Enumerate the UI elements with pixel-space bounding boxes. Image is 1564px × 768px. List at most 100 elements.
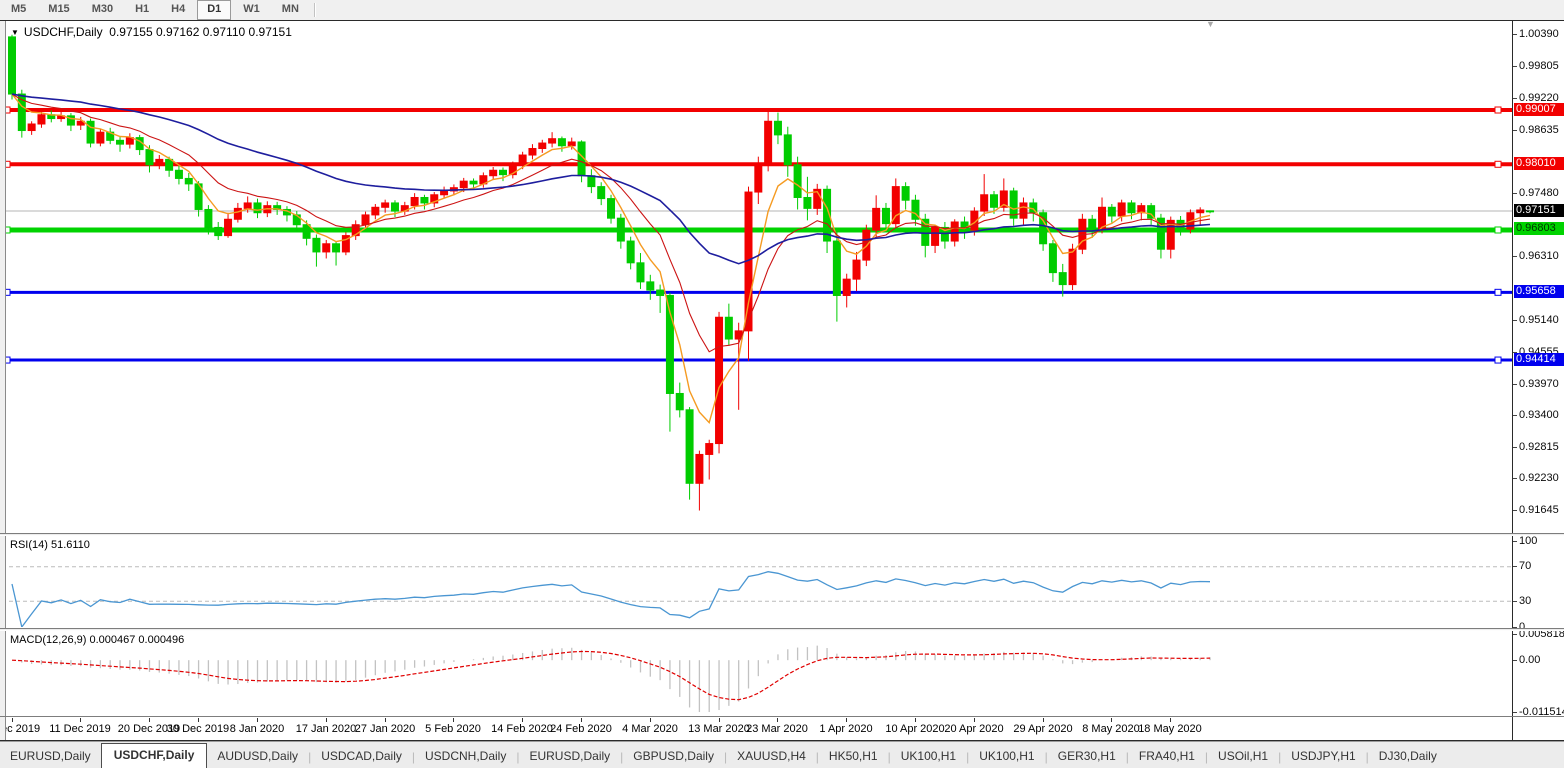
- price-tick-label: 0.99805: [1519, 60, 1559, 72]
- candle-body: [519, 155, 526, 165]
- axis-tick-dash: [1513, 566, 1517, 567]
- candle-body: [333, 244, 340, 252]
- axis-tick-dash: [1513, 478, 1517, 479]
- mt4-window: M5M15M30H1H4D1W1MN ▼USDCHF,Daily 0.97155…: [0, 0, 1564, 768]
- chart-tab-uk100-h1[interactable]: UK100,H1: [969, 745, 1044, 768]
- candle-body: [175, 170, 182, 178]
- candle-body: [1059, 273, 1066, 285]
- candle-body: [558, 139, 565, 146]
- axis-tick-dash: [1513, 601, 1517, 602]
- macd-label: MACD(12,26,9) 0.000467 0.000496: [10, 634, 184, 646]
- candle-body: [460, 181, 467, 188]
- hline-price-badge: 0.98010: [1514, 157, 1564, 170]
- axis-tick-dash: [1513, 384, 1517, 385]
- axis-tick-dash: [1513, 712, 1517, 713]
- chart-tab-uk100-h1[interactable]: UK100,H1: [891, 745, 966, 768]
- chart-tab-ger30-h1[interactable]: GER30,H1: [1048, 745, 1126, 768]
- chart-tab-fra40-h1[interactable]: FRA40,H1: [1129, 745, 1205, 768]
- axis-tick-dash: [1513, 415, 1517, 416]
- candle-body: [725, 317, 732, 339]
- candle-body: [441, 191, 448, 195]
- candle-body: [873, 208, 880, 230]
- chart-tab-usdchf-daily[interactable]: USDCHF,Daily: [101, 743, 208, 768]
- date-tick: [257, 718, 258, 722]
- candle-body: [1207, 211, 1214, 212]
- date-tick: [915, 718, 916, 722]
- date-tick: [1043, 718, 1044, 722]
- candle-body: [38, 115, 45, 124]
- axis-tick-dash: [1513, 447, 1517, 448]
- chart-tab-usdcnh-daily[interactable]: USDCNH,Daily: [415, 745, 516, 768]
- candle-body: [166, 159, 173, 170]
- candle-body: [991, 195, 998, 208]
- axis-tick-dash: [1513, 634, 1517, 635]
- chart-tab-gbpusd-daily[interactable]: GBPUSD,Daily: [623, 745, 724, 768]
- chart-tab-usdjpy-h1[interactable]: USDJPY,H1: [1281, 745, 1365, 768]
- chart-tab-dj30-daily[interactable]: DJ30,Daily: [1369, 745, 1447, 768]
- date-axis[interactable]: 2 Dec 201911 Dec 201920 Dec 201930 Dec 2…: [0, 718, 1512, 740]
- date-tick-label: 18 May 2020: [1130, 723, 1210, 735]
- date-tick-label: 1 Apr 2020: [806, 723, 886, 735]
- candle-body: [853, 260, 860, 279]
- main-chart-canvas[interactable]: [0, 21, 1512, 533]
- date-tick: [12, 718, 13, 722]
- price-tick-label: 0.97480: [1519, 187, 1559, 199]
- rsi-canvas[interactable]: [0, 536, 1512, 627]
- candle-body: [1049, 244, 1056, 273]
- chart-top-border: [0, 20, 1564, 21]
- chart-tab-eurusd-daily[interactable]: EURUSD,Daily: [519, 745, 620, 768]
- candle-body: [529, 148, 536, 155]
- macd-canvas[interactable]: [0, 631, 1512, 716]
- timeframe-toolbar: M5M15M30H1H4D1W1MN: [0, 0, 1564, 21]
- symbol-dropdown-icon[interactable]: ▼: [11, 28, 19, 37]
- date-tick: [385, 718, 386, 722]
- candle-body: [617, 218, 624, 241]
- candle-body: [1118, 203, 1125, 216]
- pane-divider[interactable]: [0, 533, 1564, 536]
- candle-body: [568, 142, 575, 146]
- hline-anchor: [1495, 289, 1501, 295]
- chart-tab-usdcad-daily[interactable]: USDCAD,Daily: [311, 745, 412, 768]
- date-tick: [1170, 718, 1171, 722]
- timeframe-d1[interactable]: D1: [197, 0, 231, 20]
- axis-tick-dash: [1513, 510, 1517, 511]
- timeframe-m15[interactable]: M15: [38, 0, 79, 20]
- rsi-tick-label: 100: [1519, 535, 1537, 547]
- pane-divider[interactable]: [0, 628, 1564, 631]
- axis-tick-dash: [1513, 256, 1517, 257]
- timeframe-h4[interactable]: H4: [161, 0, 195, 20]
- candle-body: [146, 150, 153, 165]
- candle-body: [234, 208, 241, 219]
- price-axis[interactable]: 1.003900.998050.992200.986350.974800.963…: [1513, 21, 1564, 718]
- chart-tab-audusd-daily[interactable]: AUDUSD,Daily: [207, 745, 308, 768]
- candle-body: [598, 187, 605, 199]
- date-tick: [581, 718, 582, 722]
- hline-anchor: [1495, 161, 1501, 167]
- timeframe-w1[interactable]: W1: [233, 0, 270, 20]
- price-tick-label: 0.92230: [1519, 472, 1559, 484]
- timeframe-m30[interactable]: M30: [82, 0, 123, 20]
- candle-body: [362, 215, 369, 225]
- candle-body: [657, 290, 664, 295]
- candle-body: [784, 135, 791, 165]
- candle-body: [1020, 203, 1027, 218]
- chart-shift-icon[interactable]: ▼: [1206, 19, 1215, 29]
- candle-body: [470, 181, 477, 184]
- timeframe-mn[interactable]: MN: [272, 0, 309, 20]
- candle-body: [244, 203, 251, 208]
- price-tick-label: 0.96310: [1519, 250, 1559, 262]
- date-tick: [650, 718, 651, 722]
- chart-tab-hk50-h1[interactable]: HK50,H1: [819, 745, 888, 768]
- timeframe-h1[interactable]: H1: [125, 0, 159, 20]
- chart-title-symbol: USDCHF,Daily: [24, 25, 103, 39]
- price-tick-label: 0.95140: [1519, 314, 1559, 326]
- hline-anchor: [1495, 357, 1501, 363]
- candle-body: [185, 178, 192, 183]
- axis-tick-dash: [1513, 320, 1517, 321]
- chart-tab-eurusd-daily[interactable]: EURUSD,Daily: [0, 745, 101, 768]
- timeframe-m5[interactable]: M5: [1, 0, 36, 20]
- chart-tab-usoil-h1[interactable]: USOil,H1: [1208, 745, 1278, 768]
- pane-divider: [0, 716, 1564, 717]
- chart-tab-xauusd-h4[interactable]: XAUUSD,H4: [727, 745, 816, 768]
- candle-body: [97, 132, 104, 143]
